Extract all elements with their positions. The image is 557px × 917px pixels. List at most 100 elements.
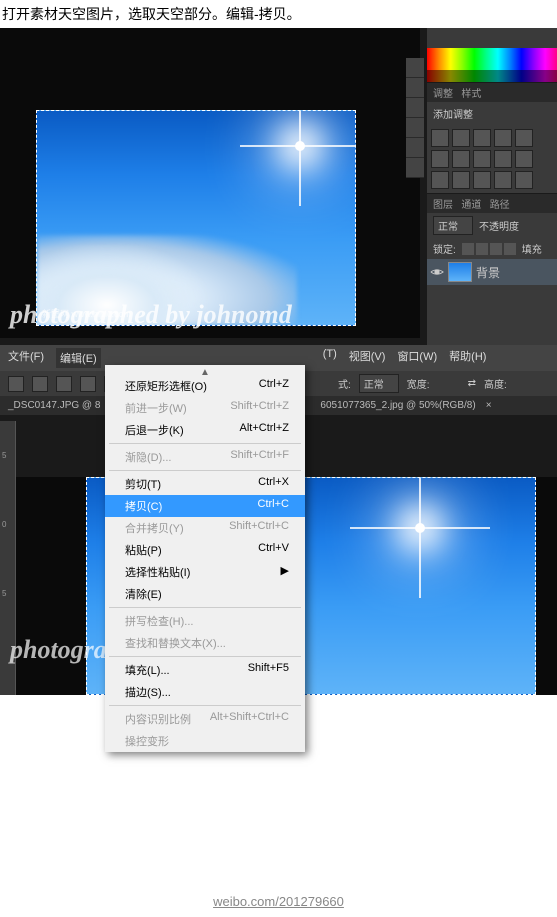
channelmixer-icon[interactable] [515, 150, 533, 168]
exposure-icon[interactable] [494, 129, 512, 147]
lock-position-icon[interactable] [490, 243, 502, 255]
sun-graphic [415, 523, 425, 533]
panel-tabs: 调整 样式 [427, 82, 557, 102]
menu-cut[interactable]: 剪切(T) Ctrl+X [105, 473, 305, 495]
menu-spell-check[interactable]: 拼写检查(H)... [105, 610, 305, 632]
menu-file[interactable]: 文件(F) [8, 348, 44, 368]
height-label: 高度: [484, 376, 507, 391]
marquee-tool-icon[interactable] [8, 376, 24, 392]
tab-layers[interactable]: 图层 [433, 200, 453, 211]
style-select[interactable]: 正常 [359, 374, 399, 393]
gradientmap-icon[interactable] [494, 171, 512, 189]
menu-clear[interactable]: 清除(E) [105, 583, 305, 605]
sun-graphic [295, 141, 305, 151]
screenshot-1: 新图网 www.hipic.com photographed by johnom… [0, 28, 557, 345]
bw-icon[interactable] [473, 150, 491, 168]
edit-menu-dropdown: ▲ 还原矩形选框(O) Ctrl+Z 前进一步(W) Shift+Ctrl+Z … [105, 365, 305, 752]
menu-stroke[interactable]: 描边(S)... [105, 681, 305, 703]
tool-button[interactable] [406, 58, 424, 78]
tab-channels[interactable]: 通道 [461, 200, 481, 211]
tool-button[interactable] [406, 158, 424, 178]
menu-puppet-warp[interactable]: 操控变形 [105, 730, 305, 752]
menu-help[interactable]: 帮助(H) [449, 348, 486, 368]
menu-separator [109, 705, 301, 706]
menu-step-forward[interactable]: 前进一步(W) Shift+Ctrl+Z [105, 397, 305, 419]
tool-button[interactable] [406, 118, 424, 138]
menu-separator [109, 607, 301, 608]
adjustments-label: 添加调整 [427, 102, 557, 125]
right-panels: 调整 样式 添加调整 图层 通道 路径 正常 [427, 28, 557, 345]
photofilter-icon[interactable] [494, 150, 512, 168]
screenshot-2: 文件(F) 编辑(E) (T) 视图(V) 窗口(W) 帮助(H) 式: 正常 … [0, 345, 557, 695]
tool-button[interactable] [406, 98, 424, 118]
tab-adjustments[interactable]: 调整 [433, 89, 453, 100]
tab-document-2[interactable]: 6051077365_2.jpg @ 50%(RGB/8) [320, 400, 475, 411]
menu-scroll-up-icon[interactable]: ▲ [200, 367, 210, 378]
footer: weibo.com/201279660 [0, 886, 557, 917]
layer-name[interactable]: 背景 [476, 264, 500, 281]
lock-label: 锁定: [433, 241, 456, 256]
selective-icon[interactable] [515, 171, 533, 189]
ruler-tick: 0 [0, 520, 15, 529]
adjustment-icons [427, 125, 557, 193]
tab-paths[interactable]: 路径 [490, 200, 510, 211]
swatches-row[interactable] [427, 48, 557, 70]
posterize-icon[interactable] [452, 171, 470, 189]
lock-transparency-icon[interactable] [462, 243, 474, 255]
menu-content-aware[interactable]: 内容识别比例 Alt+Shift+Ctrl+C [105, 708, 305, 730]
menu-find-replace[interactable]: 查找和替换文本(X)... [105, 632, 305, 654]
menu-separator [109, 656, 301, 657]
menu-window[interactable]: 窗口(W) [397, 348, 437, 368]
menu-separator [109, 443, 301, 444]
menu-copy[interactable]: 拷贝(C) Ctrl+C [105, 495, 305, 517]
levels-icon[interactable] [452, 129, 470, 147]
menu-separator [109, 470, 301, 471]
swap-icon[interactable]: ⇄ [468, 378, 476, 389]
panel-tabs: 图层 通道 路径 [427, 193, 557, 213]
eye-icon[interactable] [430, 265, 444, 279]
tab-document-1[interactable]: _DSC0147.JPG @ 8 [8, 400, 100, 411]
footer-url[interactable]: weibo.com/201279660 [213, 894, 344, 909]
canvas-area[interactable]: 新图网 www.hipic.com photographed by johnom… [0, 28, 420, 338]
curves-icon[interactable] [473, 129, 491, 147]
close-tab-icon[interactable]: × [486, 400, 492, 411]
menu-fill[interactable]: 填充(L)... Shift+F5 [105, 659, 305, 681]
selection-new-icon[interactable] [32, 376, 48, 392]
menu-undo-rect[interactable]: 还原矩形选框(O) Ctrl+Z [105, 375, 305, 397]
lock-image-icon[interactable] [476, 243, 488, 255]
colorbalance-icon[interactable] [452, 150, 470, 168]
tool-button[interactable] [406, 138, 424, 158]
ruler-tick: 5 [0, 451, 15, 460]
menu-edit[interactable]: 编辑(E) [56, 348, 101, 368]
mini-toolstrip [406, 58, 424, 178]
vibrance-icon[interactable] [515, 129, 533, 147]
hue-icon[interactable] [431, 150, 449, 168]
tool-button[interactable] [406, 78, 424, 98]
brightness-icon[interactable] [431, 129, 449, 147]
menu-fade[interactable]: 渐隐(D)... Shift+Ctrl+F [105, 446, 305, 468]
watermark-text: photographed by johnomd [10, 300, 292, 330]
fill-label: 填充 [522, 241, 542, 256]
opacity-label: 不透明度 [479, 218, 519, 233]
lock-all-icon[interactable] [504, 243, 516, 255]
selection-add-icon[interactable] [56, 376, 72, 392]
tab-styles[interactable]: 样式 [461, 89, 481, 100]
style-label: 式: [338, 376, 351, 391]
instruction-text: 打开素材天空图片，选取天空部分。编辑-拷贝。 [0, 0, 557, 28]
invert-icon[interactable] [431, 171, 449, 189]
menu-paste[interactable]: 粘贴(P) Ctrl+V [105, 539, 305, 561]
menu-view[interactable]: 视图(V) [349, 348, 386, 368]
menu-copy-merged[interactable]: 合并拷贝(Y) Shift+Ctrl+C [105, 517, 305, 539]
selection-subtract-icon[interactable] [80, 376, 96, 392]
menu-type[interactable]: (T) [323, 348, 337, 368]
ruler-tick: 5 [0, 589, 15, 598]
menu-step-backward[interactable]: 后退一步(K) Alt+Ctrl+Z [105, 419, 305, 441]
blend-mode-select[interactable]: 正常 [433, 216, 473, 235]
layer-thumbnail[interactable] [448, 262, 472, 282]
menu-paste-special[interactable]: 选择性粘贴(I) ▶ [105, 561, 305, 583]
sky-image-selected[interactable]: 新图网 www.hipic.com [36, 110, 356, 326]
threshold-icon[interactable] [473, 171, 491, 189]
swatches-row[interactable] [427, 70, 557, 82]
width-label: 宽度: [407, 376, 430, 391]
layer-row[interactable]: 背景 [427, 259, 557, 285]
